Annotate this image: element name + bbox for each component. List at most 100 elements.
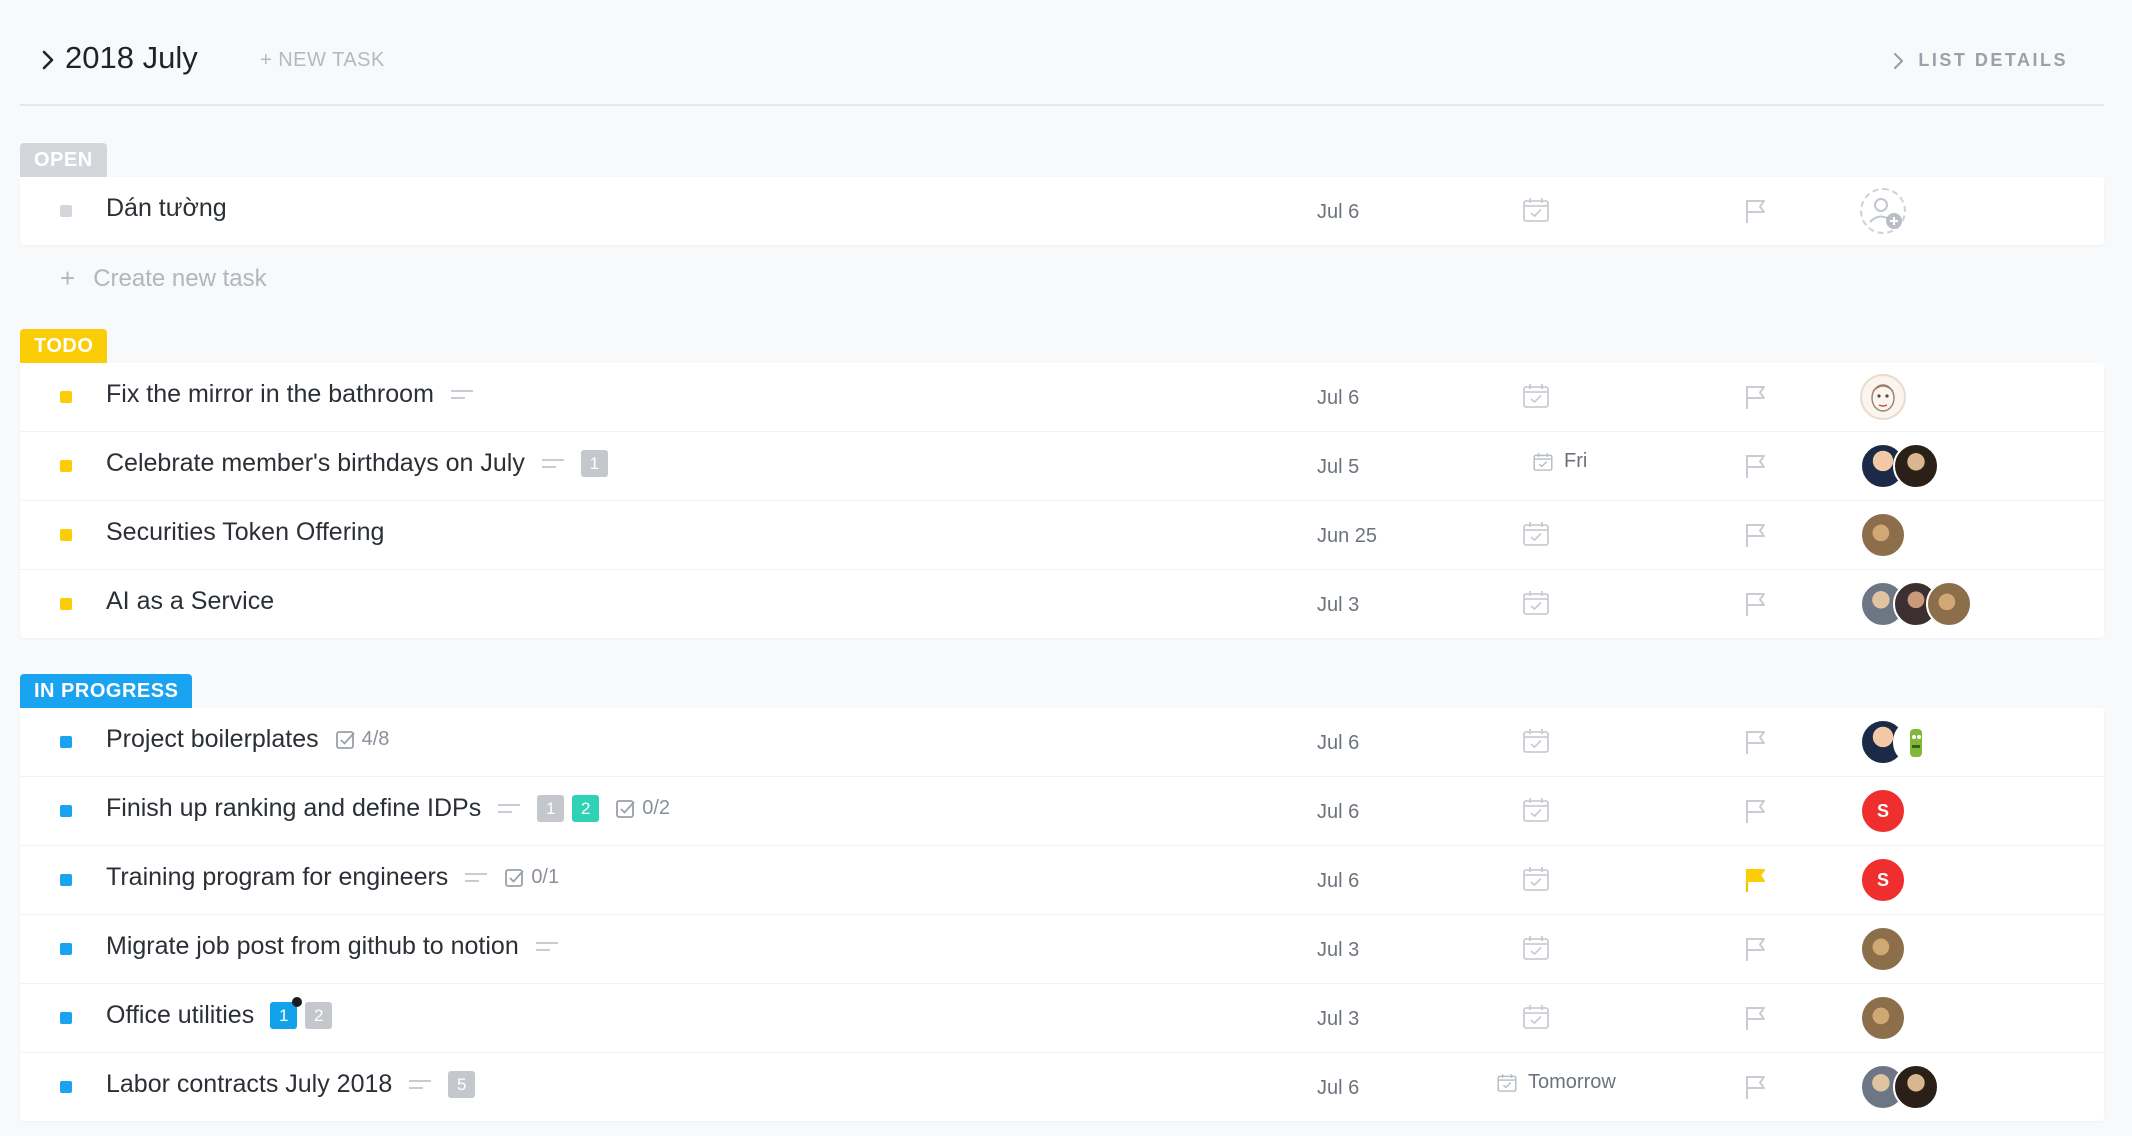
create-new-task-button[interactable]: + Create new task (60, 263, 267, 294)
task-name[interactable]: Finish up ranking and define IDPs 1 2 0/… (106, 794, 670, 823)
flag-icon[interactable] (1743, 728, 1769, 756)
flag-icon[interactable] (1743, 1004, 1769, 1032)
assignees[interactable] (1860, 719, 1939, 765)
flag-icon[interactable] (1743, 521, 1769, 549)
task-name[interactable]: Celebrate member's birthdays on July 1 (106, 449, 608, 478)
due-date-picker[interactable] (1521, 588, 1551, 618)
checklist-progress[interactable]: 4/8 (335, 728, 389, 751)
plus-icon: + (60, 263, 76, 293)
task-name[interactable]: Migrate job post from github to notion (106, 932, 559, 961)
task-row[interactable]: AI as a Service Jul 3 (20, 570, 2104, 638)
description-icon (535, 941, 558, 951)
calendar-check-icon (1523, 1005, 1549, 1029)
task-row[interactable]: Project boilerplates 4/8 Jul 6 (20, 708, 2104, 777)
avatar[interactable] (1860, 995, 1906, 1041)
status-dot[interactable] (60, 205, 72, 217)
status-dot[interactable] (60, 529, 72, 541)
status-dot[interactable] (60, 736, 72, 748)
due-date-picker[interactable] (1521, 519, 1551, 549)
task-date: Jun 25 (1317, 525, 1378, 547)
assignees[interactable] (1860, 512, 1906, 558)
assignees[interactable] (1860, 1064, 1939, 1110)
new-task-button[interactable]: + NEW TASK (260, 49, 385, 72)
flag-icon[interactable] (1743, 1073, 1769, 1101)
flag-icon[interactable] (1743, 197, 1769, 225)
task-row[interactable]: Office utilities 1 2 Jul 3 (20, 984, 2104, 1053)
task-name[interactable]: Labor contracts July 2018 5 (106, 1070, 476, 1099)
task-date: Jul 6 (1317, 387, 1360, 409)
assignees[interactable] (1860, 581, 1972, 627)
avatar[interactable] (1893, 1064, 1939, 1110)
due-date-picker[interactable] (1521, 864, 1551, 894)
comment-count-badge[interactable]: 1 (270, 997, 303, 1029)
task-row[interactable]: Finish up ranking and define IDPs 1 2 0/… (20, 777, 2104, 846)
comment-count-badge[interactable]: 1 (537, 795, 565, 822)
task-name[interactable]: Office utilities 1 2 (106, 997, 333, 1030)
subtask-count-badge[interactable]: 2 (572, 795, 600, 822)
status-dot[interactable] (60, 598, 72, 610)
chevron-right-icon (1894, 52, 1904, 69)
avatar[interactable]: S (1860, 857, 1906, 903)
avatar[interactable] (1860, 926, 1906, 972)
task-row[interactable]: Labor contracts July 2018 5 Jul 6 Tomorr… (20, 1053, 2104, 1121)
flag-icon[interactable] (1743, 590, 1769, 618)
assignees[interactable] (1860, 926, 1906, 972)
flag-icon[interactable] (1743, 383, 1769, 411)
assignees[interactable] (1860, 443, 1939, 489)
due-date-picker[interactable] (1521, 726, 1551, 756)
assignees[interactable] (1860, 995, 1906, 1041)
comment-count-badge[interactable]: 1 (580, 450, 608, 477)
due-date-picker[interactable] (1521, 381, 1551, 411)
avatar[interactable] (1893, 719, 1939, 765)
task-row[interactable]: Securities Token Offering Jun 25 (20, 501, 2104, 570)
avatar[interactable] (1893, 443, 1939, 489)
status-dot[interactable] (60, 1081, 72, 1093)
avatar[interactable]: S (1860, 788, 1906, 834)
avatar[interactable] (1860, 374, 1906, 420)
flag-icon[interactable] (1743, 935, 1769, 963)
subtask-count-badge[interactable]: 2 (305, 1002, 333, 1029)
task-name[interactable]: Project boilerplates 4/8 (106, 725, 389, 754)
status-dot[interactable] (60, 805, 72, 817)
flag-icon[interactable] (1743, 452, 1769, 480)
checklist-progress[interactable]: 0/2 (615, 797, 670, 820)
task-row[interactable]: Dán tường Jul 6 (20, 177, 2104, 245)
task-row[interactable]: Fix the mirror in the bathroom Jul 6 (20, 363, 2104, 432)
checklist-progress[interactable]: 0/1 (504, 866, 559, 889)
task-group-in-progress: Project boilerplates 4/8 Jul 6 Finish up… (20, 708, 2104, 1121)
due-date-picker[interactable]: Tomorrow (1496, 1071, 1616, 1094)
assignees[interactable] (1860, 374, 1906, 420)
list-details-button[interactable]: LIST DETAILS (1892, 50, 2068, 71)
comment-count-badge[interactable]: 5 (448, 1071, 476, 1098)
status-dot[interactable] (60, 943, 72, 955)
status-dot[interactable] (60, 460, 72, 472)
calendar-check-icon (1523, 798, 1549, 822)
due-date-picker[interactable]: Fri (1532, 450, 1587, 473)
task-name[interactable]: Training program for engineers 0/1 (106, 863, 559, 892)
task-name[interactable]: Securities Token Offering (106, 518, 384, 547)
assignees[interactable] (1860, 188, 1906, 234)
add-user-icon[interactable] (1860, 188, 1906, 234)
task-row[interactable]: Migrate job post from github to notion J… (20, 915, 2104, 984)
status-dot[interactable] (60, 1012, 72, 1024)
task-name[interactable]: Fix the mirror in the bathroom (106, 380, 474, 409)
due-date-picker[interactable] (1521, 933, 1551, 963)
task-row[interactable]: Training program for engineers 0/1 Jul 6… (20, 846, 2104, 915)
status-dot[interactable] (60, 391, 72, 403)
status-dot[interactable] (60, 874, 72, 886)
task-date: Jul 6 (1317, 801, 1360, 823)
flag-icon-priority[interactable] (1743, 866, 1769, 894)
due-date-picker[interactable] (1521, 1002, 1551, 1032)
avatar[interactable] (1926, 581, 1972, 627)
chevron-right-icon[interactable] (38, 48, 58, 72)
task-row[interactable]: Celebrate member's birthdays on July 1 J… (20, 432, 2104, 501)
task-name[interactable]: AI as a Service (106, 587, 274, 616)
task-name[interactable]: Dán tường (106, 194, 227, 223)
avatar[interactable] (1860, 512, 1906, 558)
flag-icon[interactable] (1743, 797, 1769, 825)
list-title: 2018 July (65, 40, 198, 75)
due-date-picker[interactable] (1521, 795, 1551, 825)
assignees[interactable]: S (1860, 788, 1906, 834)
due-date-picker[interactable] (1521, 195, 1551, 225)
assignees[interactable]: S (1860, 857, 1906, 903)
